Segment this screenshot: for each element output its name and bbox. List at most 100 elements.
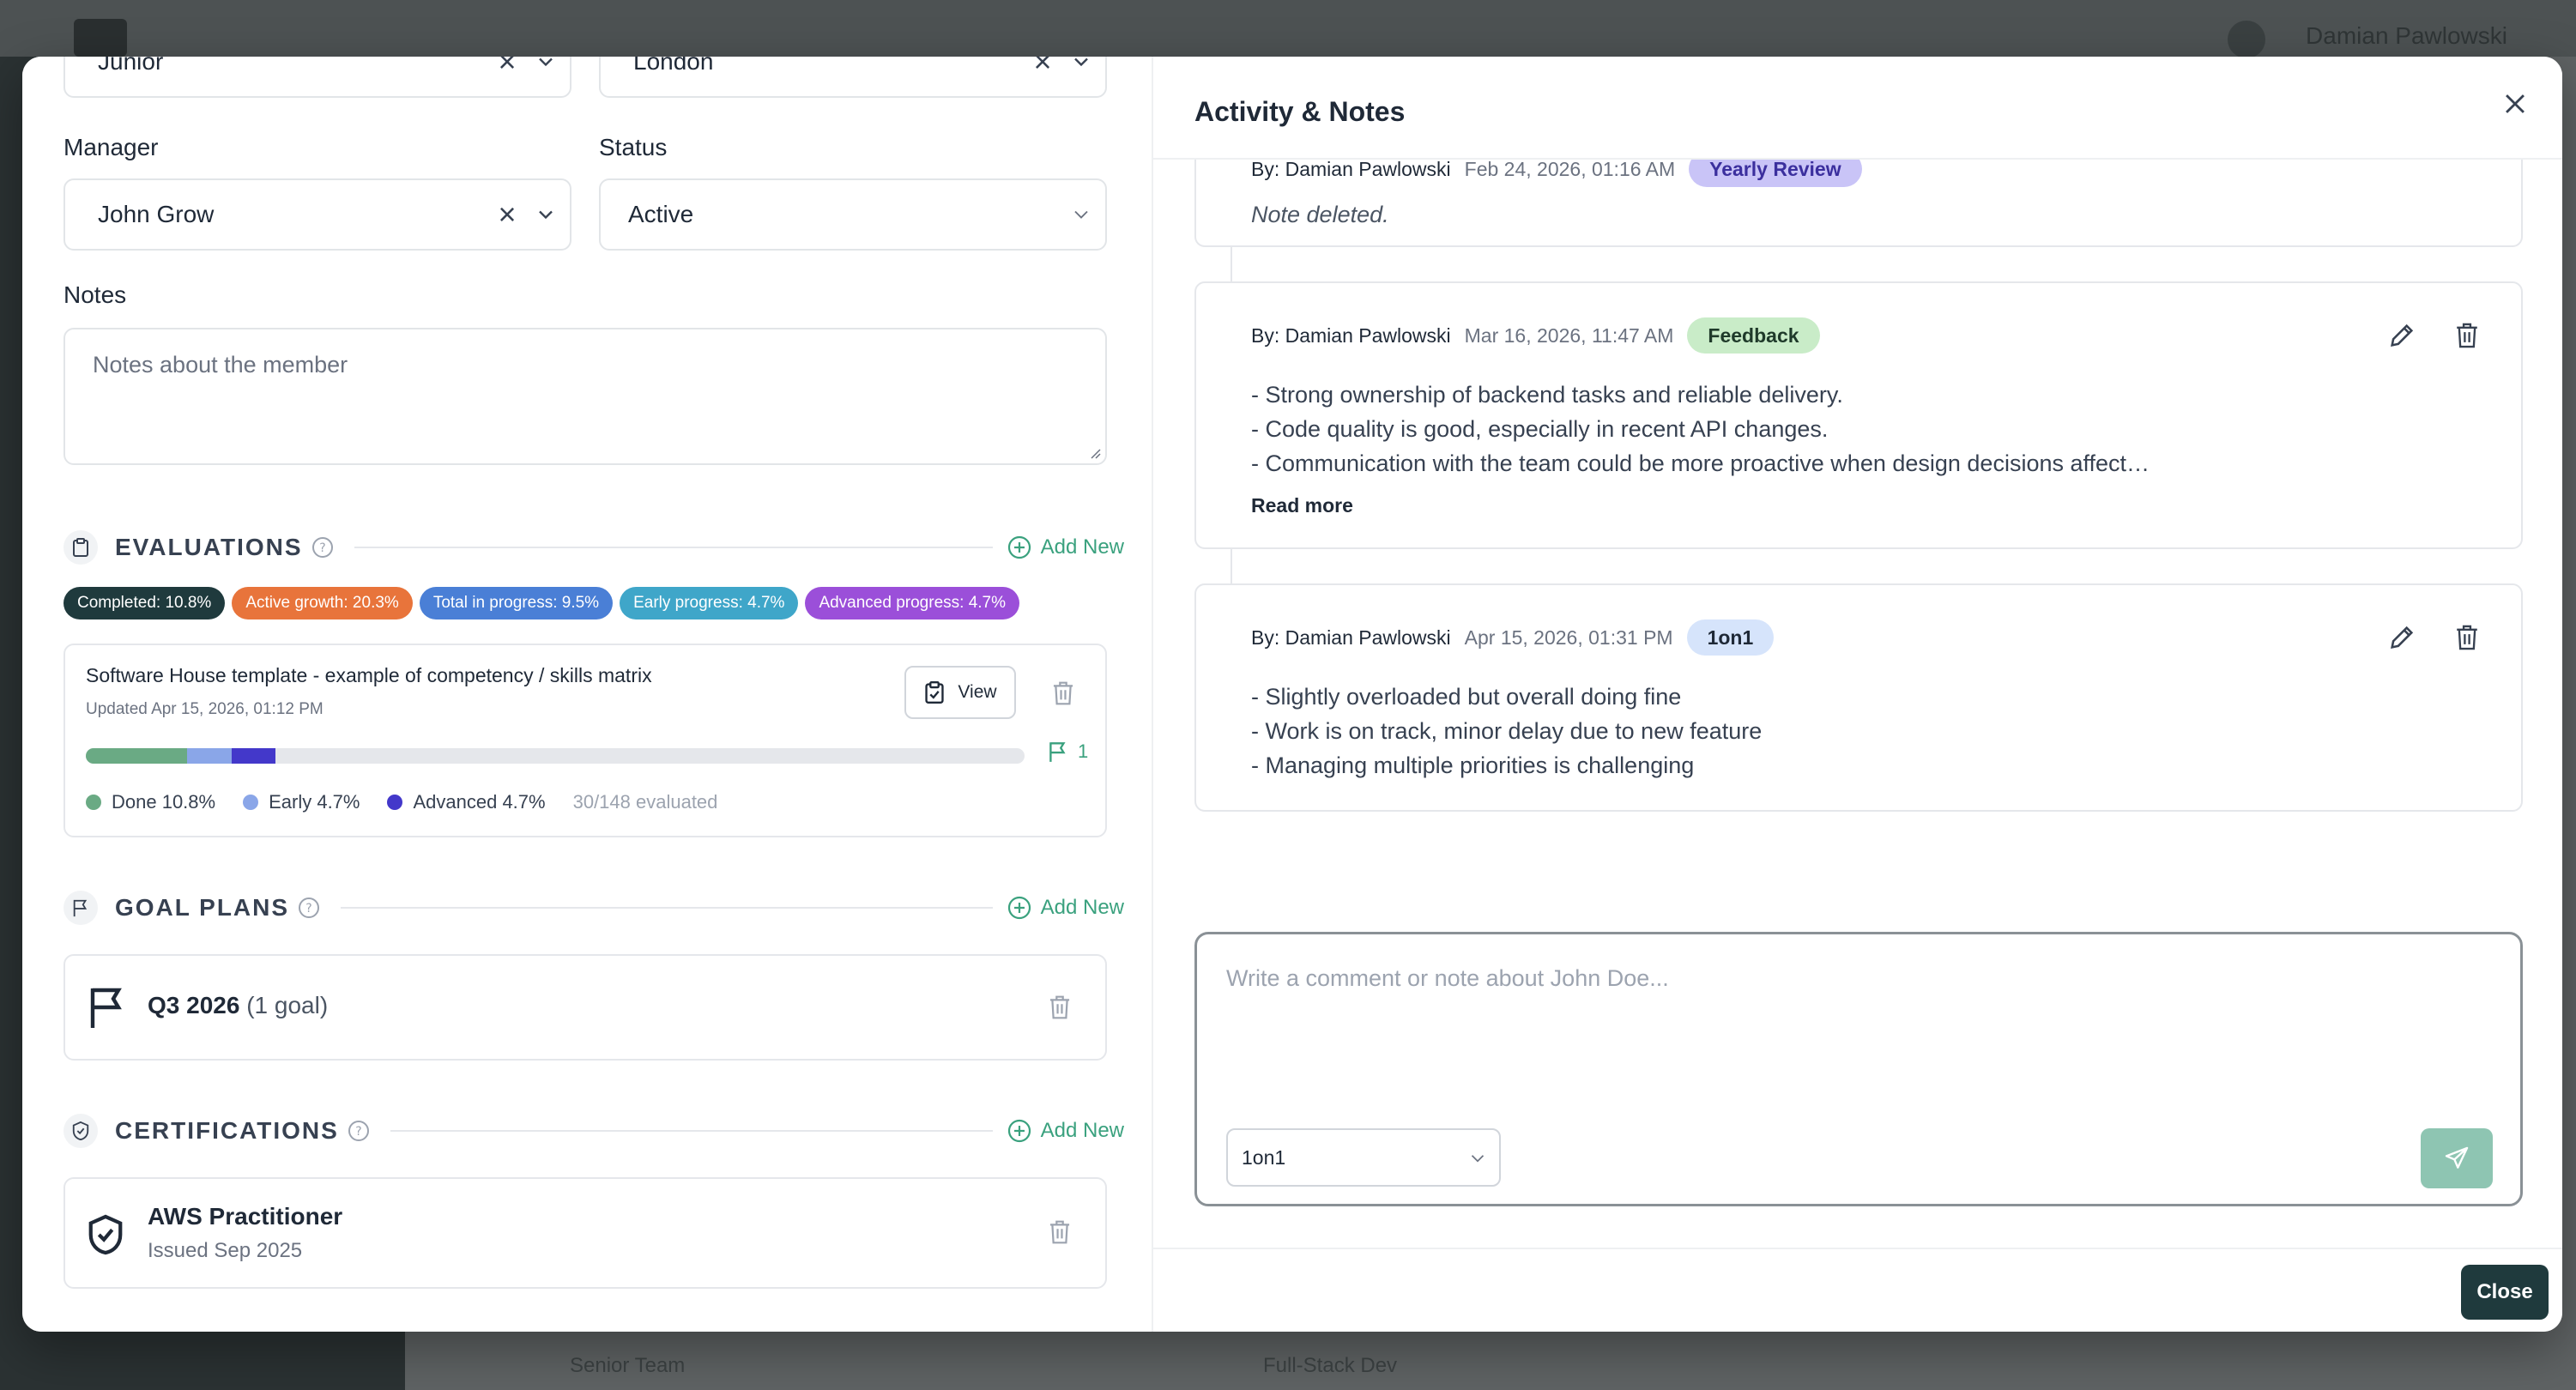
clear-icon[interactable]: ×: [493, 57, 522, 77]
note-composer[interactable]: Write a comment or note about John Doe..…: [1194, 932, 2523, 1206]
flag-icon: [1049, 742, 1066, 762]
add-certification-button[interactable]: Add New: [1007, 1118, 1124, 1144]
clear-icon[interactable]: ×: [493, 199, 522, 230]
flag-icon: [63, 891, 98, 925]
clear-icon[interactable]: ×: [1028, 57, 1057, 77]
manager-label: Manager: [63, 134, 159, 160]
edit-icon[interactable]: [2387, 321, 2416, 350]
resize-handle-icon[interactable]: [1088, 446, 1102, 460]
certification-card[interactable]: AWS Practitioner Issued Sep 2025: [63, 1177, 1107, 1289]
background-text: Full-Stack Dev: [1263, 1354, 1398, 1377]
manager-select[interactable]: John Grow ×: [63, 178, 571, 251]
notes-label: Notes: [63, 281, 127, 308]
divider: [390, 1130, 993, 1132]
chevron-down-icon[interactable]: [534, 202, 558, 227]
note-line: - Communication with the team could be m…: [1251, 450, 2150, 476]
activity-notes-pane: Activity & Notes By: Damian Pawlowski Fe…: [1152, 57, 2562, 1332]
legend-done-label: Done 10.8%: [112, 791, 216, 813]
progress-segment-advanced: [231, 748, 275, 764]
composer-placeholder: Write a comment or note about John Doe..…: [1226, 965, 1669, 991]
trash-icon[interactable]: [1050, 680, 1076, 707]
app-logo: [74, 19, 127, 57]
note-tag: Yearly Review: [1689, 160, 1862, 187]
add-goal-plan-button[interactable]: Add New: [1007, 895, 1124, 921]
avatar: [2228, 21, 2265, 58]
note-card: By: Damian Pawlowski Apr 15, 2026, 01:31…: [1194, 583, 2523, 812]
send-button[interactable]: [2421, 1128, 2493, 1188]
chevron-down-icon[interactable]: [1069, 57, 1093, 74]
view-evaluation-button[interactable]: View: [904, 666, 1016, 719]
evaluation-updated: Updated Apr 15, 2026, 01:12 PM: [86, 700, 324, 718]
note-tag: 1on1: [1686, 619, 1775, 656]
status-badge: Completed: 10.8%: [63, 587, 226, 619]
legend-early-label: Early 4.7%: [269, 791, 360, 813]
legend-dot: [86, 795, 101, 810]
close-icon[interactable]: [2500, 89, 2530, 118]
goal-plan-name: Q3 2026: [148, 992, 240, 1018]
status-badge: Total in progress: 9.5%: [419, 587, 614, 619]
clipboard-check-icon: [925, 681, 945, 704]
manager-select-value: John Grow: [98, 201, 215, 227]
note-meta: By: Damian Pawlowski Apr 15, 2026, 01:31…: [1251, 619, 1775, 656]
trash-icon[interactable]: [2452, 623, 2482, 652]
shield-icon: [63, 1114, 98, 1148]
goal-plans-section-header: GOAL PLANS ? Add New: [63, 889, 1124, 927]
plus-circle-icon: [1007, 535, 1031, 559]
note-author: By: Damian Pawlowski: [1251, 323, 1451, 347]
flag-icon: [90, 988, 122, 1028]
level-select[interactable]: Junior ×: [63, 57, 571, 98]
trash-icon[interactable]: [2452, 321, 2482, 350]
evaluation-legend: Done 10.8% Early 4.7% Advanced 4.7% 30/1…: [86, 791, 717, 813]
evaluation-progress-bar: [86, 748, 1025, 764]
member-form-pane: Junior × London × Manager Status John Gr…: [22, 57, 1152, 1332]
status-badge: Active growth: 20.3%: [232, 587, 413, 619]
note-card: By: Damian Pawlowski Feb 24, 2026, 01:16…: [1194, 160, 2523, 247]
status-select[interactable]: Active: [599, 178, 1107, 251]
close-button[interactable]: Close: [2461, 1265, 2549, 1320]
status-label: Status: [599, 134, 668, 160]
evaluations-section-header: EVALUATIONS ? Add New: [63, 529, 1124, 566]
evaluation-card: Software House template - example of com…: [63, 644, 1107, 837]
background-user-name: Damian Pawlowski: [2306, 22, 2507, 49]
timeline-connector: [1231, 247, 1232, 281]
certifications-title: CERTIFICATIONS: [115, 1117, 339, 1144]
read-more-link[interactable]: Read more: [1251, 494, 1353, 517]
evaluation-stat-chips: Completed: 10.8% Active growth: 20.3% To…: [63, 587, 1020, 619]
timeline-connector: [1231, 549, 1232, 583]
location-select-value: London: [633, 57, 714, 75]
goal-plan-count: (1 goal): [246, 992, 329, 1018]
goal-plans-title: GOAL PLANS: [115, 894, 290, 921]
progress-segment-early: [187, 748, 232, 764]
flag-count-value: 1: [1078, 740, 1089, 762]
note-type-select[interactable]: 1on1: [1226, 1128, 1501, 1187]
help-icon[interactable]: ?: [311, 536, 334, 559]
svg-text:?: ?: [305, 902, 311, 916]
note-card: By: Damian Pawlowski Mar 16, 2026, 11:47…: [1194, 281, 2523, 549]
goal-plan-card[interactable]: Q3 2026 (1 goal): [63, 954, 1107, 1061]
note-line: - Strong ownership of backend tasks and …: [1251, 382, 1843, 408]
trash-icon[interactable]: [1047, 994, 1073, 1021]
shield-check-icon: [88, 1214, 123, 1255]
trash-icon[interactable]: [1047, 1218, 1073, 1246]
evaluated-count: 30/148 evaluated: [572, 791, 718, 813]
add-new-label: Add New: [1040, 1119, 1124, 1142]
goal-flag-count[interactable]: 1: [1047, 740, 1088, 764]
certification-issued: Issued Sep 2025: [148, 1239, 303, 1262]
help-icon[interactable]: ?: [298, 897, 320, 919]
edit-icon[interactable]: [2387, 623, 2416, 652]
note-body: - Strong ownership of backend tasks and …: [1251, 378, 2150, 480]
chevron-down-icon[interactable]: [1069, 202, 1093, 227]
legend-dot: [243, 795, 259, 810]
divider: [341, 907, 993, 909]
notes-textarea[interactable]: Notes about the member: [63, 328, 1107, 465]
note-author: By: Damian Pawlowski: [1251, 160, 1451, 180]
chevron-down-icon: [1471, 1155, 1485, 1163]
note-line: - Managing multiple priorities is challe…: [1251, 752, 1695, 778]
note-author: By: Damian Pawlowski: [1251, 626, 1451, 649]
chevron-down-icon[interactable]: [534, 57, 558, 74]
help-icon[interactable]: ?: [348, 1120, 370, 1142]
location-select[interactable]: London ×: [599, 57, 1107, 98]
note-tag: Feedback: [1687, 317, 1820, 354]
add-evaluation-button[interactable]: Add New: [1007, 535, 1124, 560]
divider: [354, 547, 993, 548]
